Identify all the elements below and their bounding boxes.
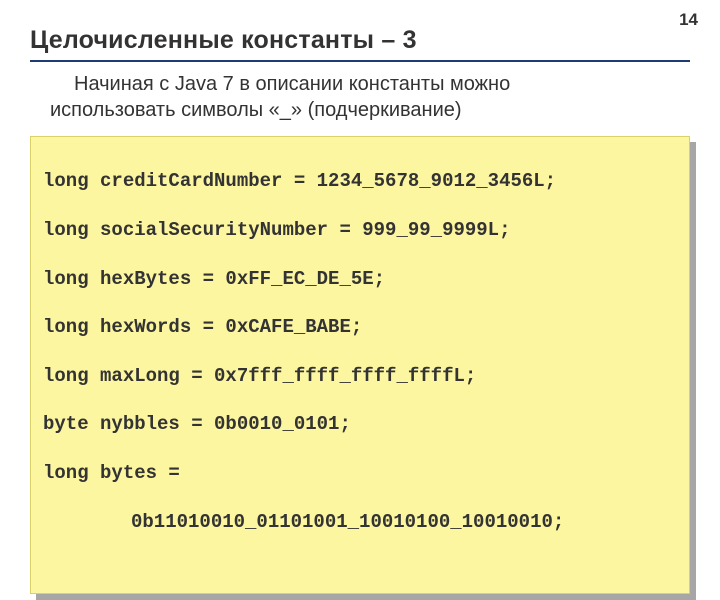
code-line: long hexWords = 0xCAFE_BABE; (43, 315, 677, 339)
code-line: long creditCardNumber = 1234_5678_9012_3… (43, 169, 677, 193)
code-line: long bytes = (43, 461, 677, 485)
code-block: long creditCardNumber = 1234_5678_9012_3… (30, 136, 690, 594)
body-line-1: Начиная с Java 7 в описании константы мо… (50, 72, 670, 98)
slide-title: Целочисленные константы – 3 (30, 26, 417, 55)
code-line: byte nybbles = 0b0010_0101; (43, 412, 677, 436)
code-line: 0b11010010_01101001_10010100_10010010; (43, 510, 677, 534)
code-block-container: long creditCardNumber = 1234_5678_9012_3… (30, 136, 690, 594)
code-line: long maxLong = 0x7fff_ffff_ffff_ffffL; (43, 364, 677, 388)
body-paragraph: Начиная с Java 7 в описании константы мо… (50, 72, 670, 123)
slide: 14 Целочисленные константы – 3 Начиная с… (0, 0, 720, 540)
title-underline (30, 60, 690, 62)
code-line: long hexBytes = 0xFF_EC_DE_5E; (43, 267, 677, 291)
body-line-2: использовать символы «_» (подчеркивание) (50, 98, 670, 124)
code-line: long socialSecurityNumber = 999_99_9999L… (43, 218, 677, 242)
page-number: 14 (679, 10, 698, 30)
